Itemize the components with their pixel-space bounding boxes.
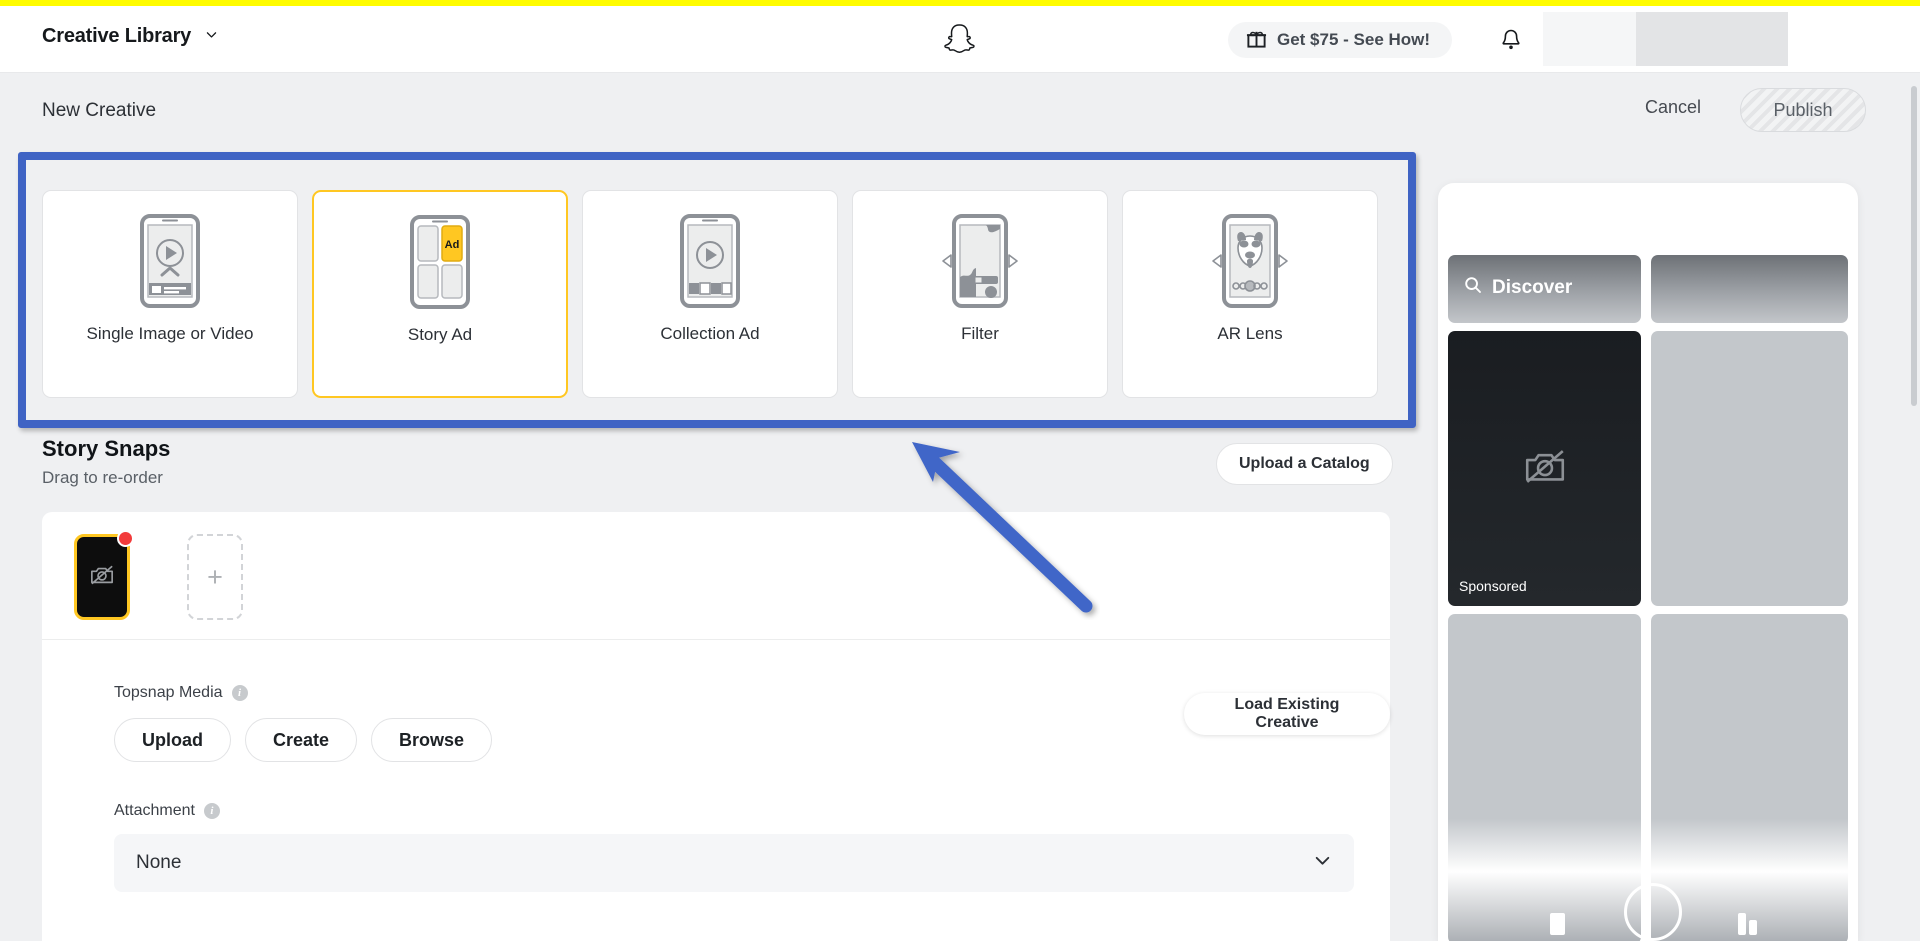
topsnap-media-section: Topsnap Media i Upload Create Browse [114, 684, 493, 762]
cancel-button[interactable]: Cancel [1645, 97, 1701, 118]
brand-title: Creative Library [42, 25, 192, 47]
phone-play-video-icon [136, 213, 204, 309]
attachment-select[interactable]: None [114, 834, 1354, 892]
page-scrollbar[interactable] [1911, 86, 1917, 406]
phone-story-grid-icon: Ad [406, 214, 474, 310]
phone-ar-lens-dog-icon [1210, 213, 1290, 309]
attachment-label: Attachment i [114, 802, 1354, 820]
snap-thumbnail-strip: + [42, 512, 1390, 640]
snapchat-ghost-icon[interactable] [940, 20, 980, 65]
plus-icon: + [207, 561, 223, 592]
create-button[interactable]: Create [245, 718, 358, 762]
format-card-single-image-or-video[interactable]: Single Image or Video [42, 190, 298, 398]
topsnap-media-text: Topsnap Media [114, 684, 223, 701]
section-title: Story Snaps [42, 436, 171, 461]
topsnap-media-actions: Upload Create Browse [114, 718, 493, 762]
gift-icon [1246, 28, 1267, 52]
promo-label: Get $75 - See How! [1277, 30, 1431, 49]
search-icon [1464, 276, 1482, 300]
info-icon[interactable]: i [231, 685, 248, 701]
load-existing-creative-button[interactable]: Load Existing Creative [1184, 693, 1390, 735]
phone-filter-icon [940, 213, 1020, 309]
discover-search-row[interactable]: Discover [1464, 276, 1572, 300]
chevron-down-icon [205, 28, 218, 46]
phone-collection-icon [676, 213, 744, 309]
chevron-down-icon [1313, 851, 1332, 875]
format-card-ar-lens[interactable]: AR Lens [1122, 190, 1378, 398]
discover-header-tile-2 [1651, 255, 1848, 323]
account-block [1636, 12, 1788, 66]
stories-nav-icon [1738, 913, 1757, 935]
page-title: New Creative [42, 100, 157, 121]
snap-error-badge [117, 530, 134, 547]
preview-bottom-nav [1438, 871, 1858, 941]
creative-editor-panel: + Topsnap Media i Upload Create Browse L… [42, 512, 1390, 941]
format-label: Filter [961, 324, 999, 343]
topsnap-media-label: Topsnap Media i [114, 684, 492, 702]
snap-thumbnail-tile[interactable] [74, 530, 134, 620]
camera-circle-icon[interactable] [1624, 883, 1682, 941]
no-media-camera-icon [89, 563, 115, 592]
promo-offer-button[interactable]: Get $75 - See How! [1228, 22, 1453, 58]
add-snap-button[interactable]: + [187, 534, 243, 620]
chat-nav-icon [1550, 913, 1565, 935]
format-label: Story Ad [407, 325, 473, 344]
info-icon[interactable]: i [203, 803, 220, 819]
format-card-collection-ad[interactable]: Collection Ad [582, 190, 838, 398]
attachment-value: None [136, 852, 182, 873]
upload-button[interactable]: Upload [114, 718, 231, 762]
sponsored-preview-tile[interactable]: Sponsored [1448, 331, 1641, 606]
discover-header-tile: Discover [1448, 255, 1641, 323]
ad-preview-panel: Discover Sponsored [1438, 183, 1858, 941]
format-card-filter[interactable]: Filter [852, 190, 1108, 398]
brand-menu[interactable]: Creative Library [42, 25, 218, 48]
format-label: AR Lens [1217, 324, 1283, 343]
format-card-story-ad[interactable]: Ad Story Ad [312, 190, 568, 398]
upload-a-catalog-button[interactable]: Upload a Catalog [1216, 443, 1393, 485]
ad-format-selector: Single Image or Video Ad Story Ad Collec… [42, 190, 1378, 398]
section-subtitle: Drag to re-order [42, 468, 163, 487]
page-header: New Creative Cancel Publish [0, 74, 1920, 154]
top-navigation-bar: Creative Library Get $75 - See How! [0, 6, 1920, 73]
format-label: Collection Ad [660, 324, 760, 343]
no-media-camera-icon [1522, 445, 1568, 492]
discover-preview-grid: Discover Sponsored [1448, 255, 1848, 941]
browse-button[interactable]: Browse [371, 718, 493, 762]
attachment-text: Attachment [114, 802, 195, 819]
account-area-placeholder [1543, 12, 1788, 66]
bell-icon[interactable] [1500, 28, 1522, 57]
svg-text:Ad: Ad [445, 239, 460, 251]
attachment-section: Attachment i None [114, 802, 1354, 892]
preview-tile [1651, 331, 1848, 606]
publish-button[interactable]: Publish [1740, 88, 1866, 132]
story-snaps-header: Story Snaps Drag to re-order [42, 436, 170, 488]
format-label: Single Image or Video [86, 324, 254, 343]
discover-label: Discover [1492, 277, 1573, 298]
sponsored-label: Sponsored [1459, 578, 1527, 594]
